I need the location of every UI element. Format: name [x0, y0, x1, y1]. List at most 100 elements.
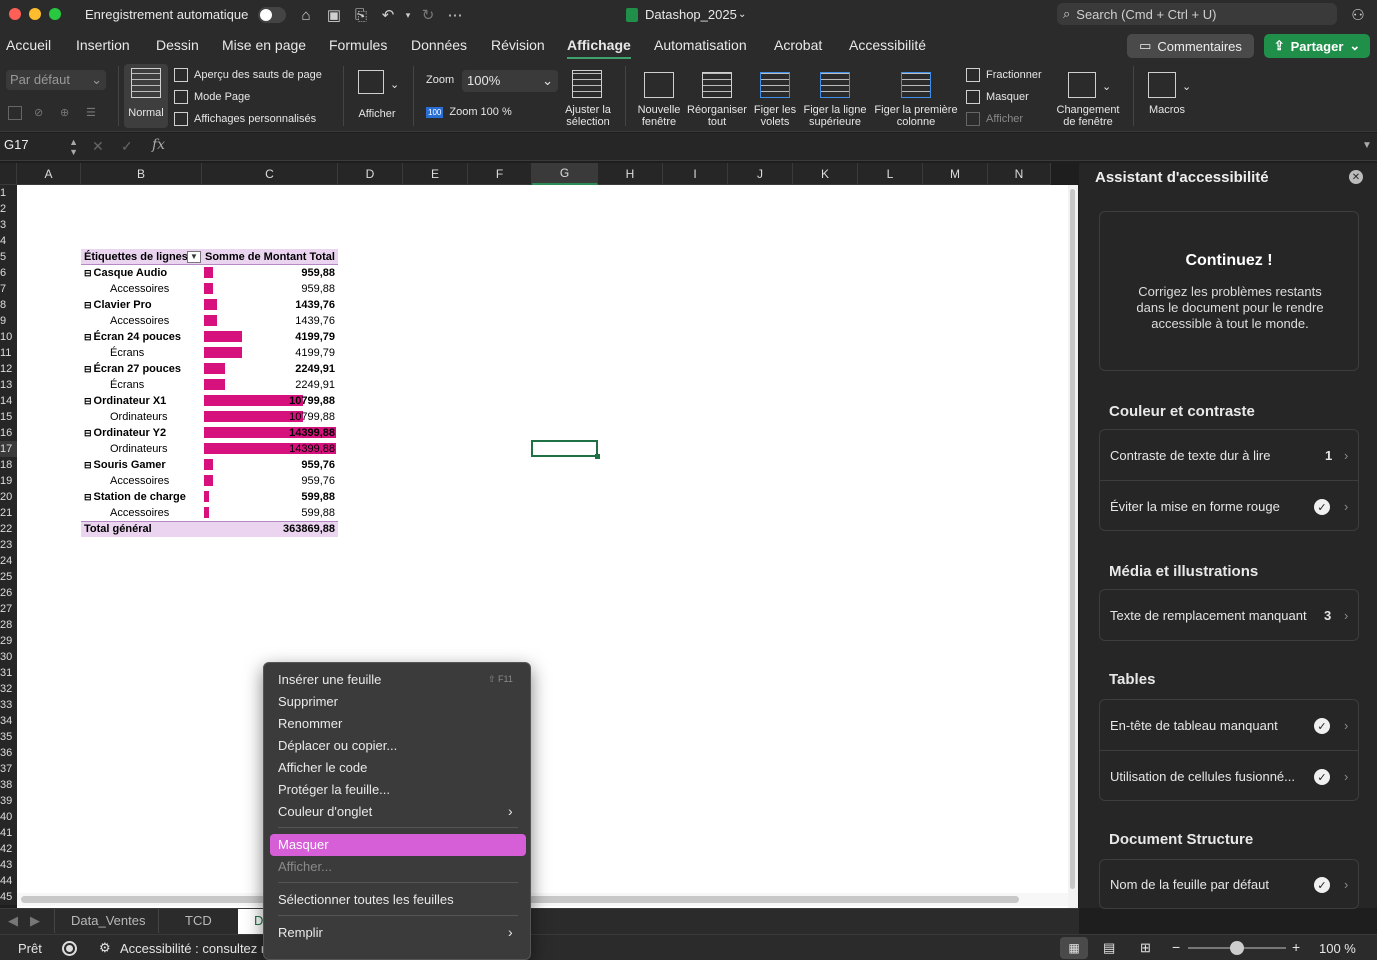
- menu-item-insert-sheet[interactable]: Insérer une feuille: [278, 672, 381, 687]
- freeze-panes-button[interactable]: Figer les volets: [750, 66, 800, 130]
- collapse-icon[interactable]: ⊟: [84, 268, 92, 278]
- undo-dropdown-icon[interactable]: ▾: [398, 5, 418, 25]
- function-icon[interactable]: fx: [152, 137, 165, 153]
- normal-view-status-icon[interactable]: ▦: [1060, 937, 1088, 959]
- column-header-d[interactable]: D: [338, 163, 403, 185]
- scroll-tabs-right-icon[interactable]: ▶: [30, 913, 40, 929]
- column-header-g[interactable]: G: [532, 163, 598, 185]
- row-header[interactable]: 4: [0, 233, 17, 249]
- minimize-window-button[interactable]: [29, 8, 41, 20]
- column-header-i[interactable]: I: [663, 163, 728, 185]
- show-button[interactable]: ⌄ Afficher: [352, 66, 402, 122]
- row-header[interactable]: 8: [0, 297, 17, 313]
- collapse-icon[interactable]: ⊟: [84, 300, 92, 310]
- tab-donnees[interactable]: Données: [411, 37, 467, 53]
- accessibility-status-icon[interactable]: ⚙: [99, 940, 111, 956]
- row-header[interactable]: 1: [0, 185, 17, 201]
- row-header[interactable]: 35: [0, 729, 17, 745]
- row-header[interactable]: 36: [0, 745, 17, 761]
- freeze-top-row-button[interactable]: Figer la ligne supérieure: [800, 66, 870, 130]
- menu-item-rename[interactable]: Renommer: [278, 716, 342, 731]
- row-header[interactable]: 38: [0, 777, 17, 793]
- menu-item-protect[interactable]: Protéger la feuille...: [278, 782, 390, 797]
- issue-table-header-row[interactable]: En-tête de tableau manquant ✓ ›: [1100, 700, 1358, 751]
- issue-red-format-row[interactable]: Éviter la mise en forme rouge ✓ ›: [1100, 481, 1358, 532]
- row-header[interactable]: 17: [0, 441, 17, 457]
- row-header[interactable]: 24: [0, 553, 17, 569]
- switch-window-button[interactable]: ⌄ Changement de fenêtre: [1052, 66, 1124, 130]
- row-header[interactable]: 23: [0, 537, 17, 553]
- unhide-window-button[interactable]: Afficher: [966, 112, 1023, 126]
- tab-revision[interactable]: Révision: [491, 37, 545, 53]
- enter-icon[interactable]: ✓: [121, 138, 133, 155]
- tab-mise-en-page[interactable]: Mise en page: [222, 37, 306, 53]
- column-header-m[interactable]: M: [923, 163, 988, 185]
- title-chevron-down-icon[interactable]: ⌄: [738, 9, 746, 20]
- page-layout-status-icon[interactable]: ▤: [1103, 940, 1115, 956]
- row-header[interactable]: 7: [0, 281, 17, 297]
- page-break-status-icon[interactable]: ⊞: [1140, 940, 1151, 956]
- search-box[interactable]: ⌕ Search (Cmd + Ctrl + U): [1057, 3, 1337, 25]
- row-header[interactable]: 26: [0, 585, 17, 601]
- column-header-c[interactable]: C: [202, 163, 338, 185]
- row-header[interactable]: 41: [0, 825, 17, 841]
- row-header[interactable]: 34: [0, 713, 17, 729]
- menu-item-view-code[interactable]: Afficher le code: [278, 760, 367, 775]
- collapse-icon[interactable]: ⊟: [84, 492, 92, 502]
- menu-item-tab-color[interactable]: Couleur d'onglet: [278, 804, 372, 819]
- row-header[interactable]: 31: [0, 665, 17, 681]
- horizontal-scrollbar[interactable]: [17, 893, 1068, 906]
- row-header[interactable]: 19: [0, 473, 17, 489]
- row-header[interactable]: 39: [0, 793, 17, 809]
- fill-handle[interactable]: [595, 454, 600, 459]
- undo-icon[interactable]: ↶: [378, 5, 398, 25]
- tab-accueil[interactable]: Accueil: [6, 37, 51, 53]
- column-header-l[interactable]: L: [858, 163, 923, 185]
- filter-dropdown-icon[interactable]: ▼: [187, 251, 201, 263]
- name-box-stepper-icon[interactable]: ▲ ▼: [69, 137, 78, 157]
- autosave-toggle[interactable]: [258, 7, 286, 23]
- tab-formules[interactable]: Formules: [329, 37, 387, 53]
- column-header-n[interactable]: N: [988, 163, 1051, 185]
- fit-selection-button[interactable]: Ajuster la sélection: [560, 66, 616, 130]
- close-window-button[interactable]: [9, 8, 21, 20]
- cancel-icon[interactable]: ✕: [92, 138, 104, 155]
- name-box[interactable]: G17 ▲ ▼: [4, 137, 78, 157]
- select-all-corner[interactable]: [0, 163, 17, 185]
- macros-button[interactable]: ⌄ Macros: [1142, 66, 1192, 130]
- collapse-icon[interactable]: ⊟: [84, 460, 92, 470]
- issue-alt-text-row[interactable]: Texte de remplacement manquant 3 ›: [1100, 590, 1358, 642]
- issue-sheet-name-row[interactable]: Nom de la feuille par défaut ✓ ›: [1100, 860, 1358, 910]
- redo-icon[interactable]: ↻: [418, 5, 438, 25]
- expand-formula-icon[interactable]: ▼: [1362, 140, 1372, 151]
- zoom-out-icon[interactable]: −: [1172, 939, 1180, 955]
- save-icon[interactable]: ▣: [324, 5, 344, 25]
- row-header[interactable]: 18: [0, 457, 17, 473]
- tab-insertion[interactable]: Insertion: [76, 37, 130, 53]
- account-icon[interactable]: ⚇: [1348, 5, 1368, 25]
- row-header[interactable]: 11: [0, 345, 17, 361]
- zoom-percent[interactable]: 100 %: [1319, 941, 1356, 956]
- column-header-e[interactable]: E: [403, 163, 468, 185]
- row-header[interactable]: 37: [0, 761, 17, 777]
- document-title[interactable]: Datashop_2025: [645, 7, 737, 22]
- tab-affichage[interactable]: Affichage: [567, 37, 631, 59]
- share-button[interactable]: ⇪ Partager ⌄: [1264, 34, 1370, 58]
- vertical-scrollbar[interactable]: [1068, 185, 1078, 908]
- row-header[interactable]: 32: [0, 681, 17, 697]
- collapse-icon[interactable]: ⊟: [84, 364, 92, 374]
- new-view-icon[interactable]: ⊕: [60, 106, 69, 119]
- row-header[interactable]: 21: [0, 505, 17, 521]
- normal-view-button[interactable]: Normal: [124, 64, 168, 128]
- row-header[interactable]: 25: [0, 569, 17, 585]
- row-header[interactable]: 13: [0, 377, 17, 393]
- column-header-f[interactable]: F: [468, 163, 532, 185]
- column-header-a[interactable]: A: [17, 163, 81, 185]
- row-header[interactable]: 30: [0, 649, 17, 665]
- zoom-select[interactable]: 100% ⌄: [462, 70, 558, 92]
- row-header[interactable]: 27: [0, 601, 17, 617]
- sheet-tab-data-ventes[interactable]: Data_Ventes: [71, 913, 145, 928]
- zoom-slider-thumb[interactable]: [1230, 941, 1244, 955]
- scroll-tabs-left-icon[interactable]: ◀: [8, 913, 18, 929]
- issue-contrast-row[interactable]: Contraste de texte dur à lire 1 ›: [1100, 430, 1358, 481]
